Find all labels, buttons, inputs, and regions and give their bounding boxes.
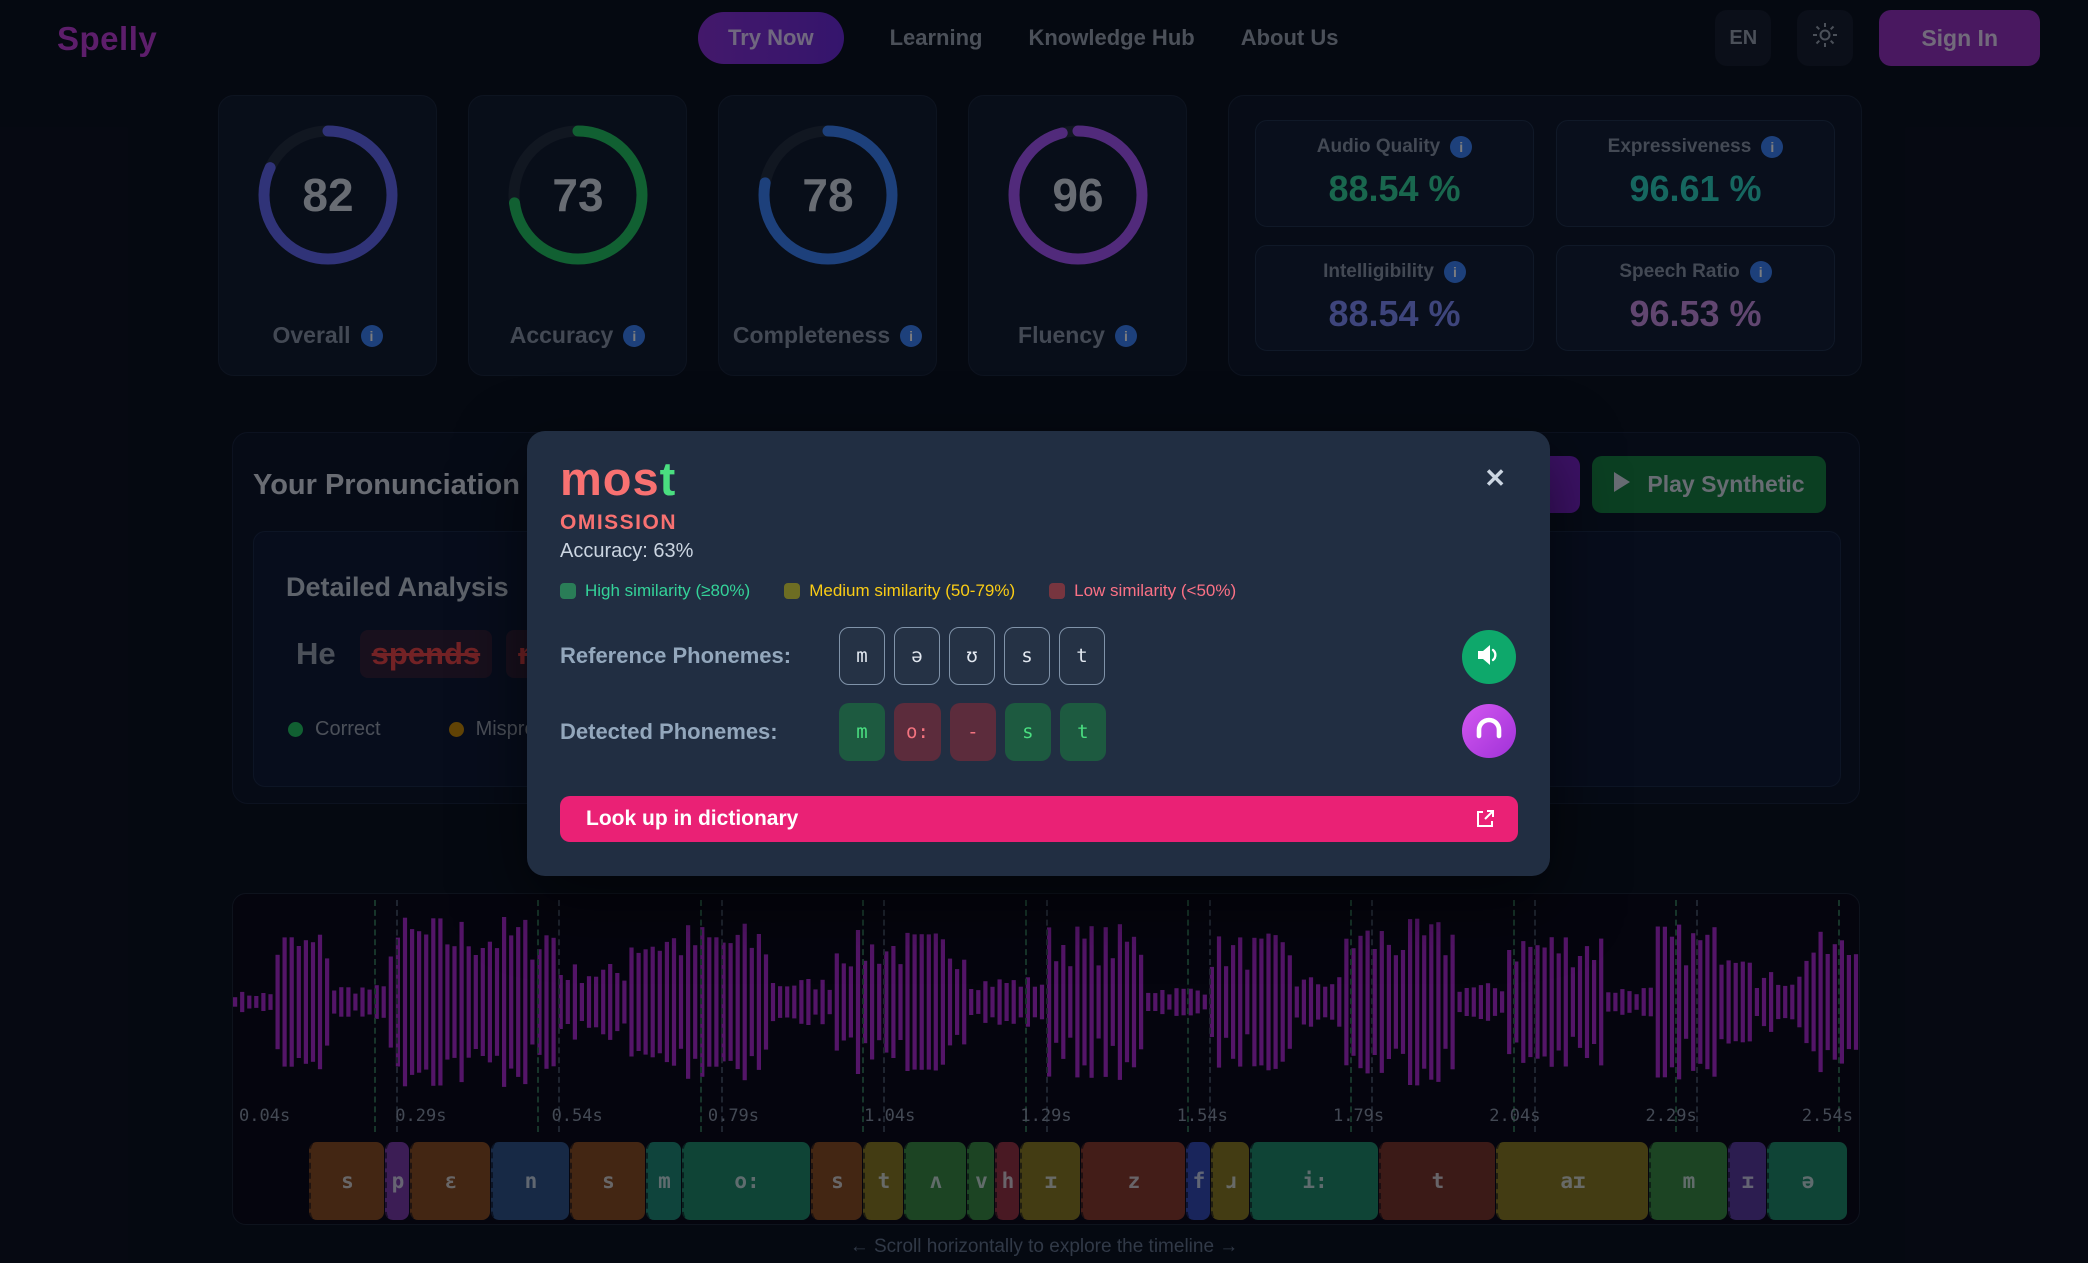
word-accuracy: Accuracy: 63% [560, 540, 693, 563]
detected-phoneme-chip: t [1060, 703, 1106, 761]
reference-phoneme-chip: ʊ [949, 627, 995, 685]
reference-phonemes-row: Reference Phonemes: məʊst [560, 627, 1105, 685]
close-icon[interactable]: ✕ [1484, 465, 1506, 491]
word-correct-part: t [660, 452, 677, 505]
headphones-icon [1475, 716, 1503, 747]
detected-phoneme-chip: - [950, 703, 996, 761]
similarity-legend-item: Low similarity (<50%) [1049, 581, 1236, 601]
reference-phonemes-label: Reference Phonemes: [560, 643, 839, 669]
external-link-icon [1474, 808, 1496, 830]
word-mispronounced-part: mos [560, 452, 660, 505]
modal-word: most [560, 451, 676, 506]
detected-phoneme-chips: mo:-st [839, 703, 1106, 761]
reference-phoneme-chip: s [1004, 627, 1050, 685]
legend-swatch [560, 583, 576, 599]
listen-user-audio-button[interactable] [1462, 704, 1516, 758]
similarity-legend-item: Medium similarity (50-79%) [784, 581, 1015, 601]
legend-swatch [1049, 583, 1065, 599]
detected-phoneme-chip: o: [894, 703, 941, 761]
error-type-badge: OMISSION [560, 511, 677, 535]
reference-phoneme-chip: ə [894, 627, 940, 685]
detected-phonemes-row: Detected Phonemes: mo:-st [560, 703, 1106, 761]
dictionary-lookup-label: Look up in dictionary [586, 807, 798, 831]
reference-phoneme-chip: t [1059, 627, 1105, 685]
detected-phoneme-chip: m [839, 703, 885, 761]
detected-phonemes-label: Detected Phonemes: [560, 719, 839, 745]
reference-phoneme-chip: m [839, 627, 885, 685]
word-detail-modal: ✕ most OMISSION Accuracy: 63% High simil… [527, 431, 1550, 876]
legend-swatch [784, 583, 800, 599]
speaker-icon [1476, 643, 1502, 672]
detected-phoneme-chip: s [1005, 703, 1051, 761]
reference-phoneme-chips: məʊst [839, 627, 1105, 685]
play-reference-audio-button[interactable] [1462, 630, 1516, 684]
dictionary-lookup-button[interactable]: Look up in dictionary [560, 796, 1518, 842]
similarity-legend: High similarity (≥80%) Medium similarity … [560, 581, 1236, 601]
similarity-legend-item: High similarity (≥80%) [560, 581, 750, 601]
